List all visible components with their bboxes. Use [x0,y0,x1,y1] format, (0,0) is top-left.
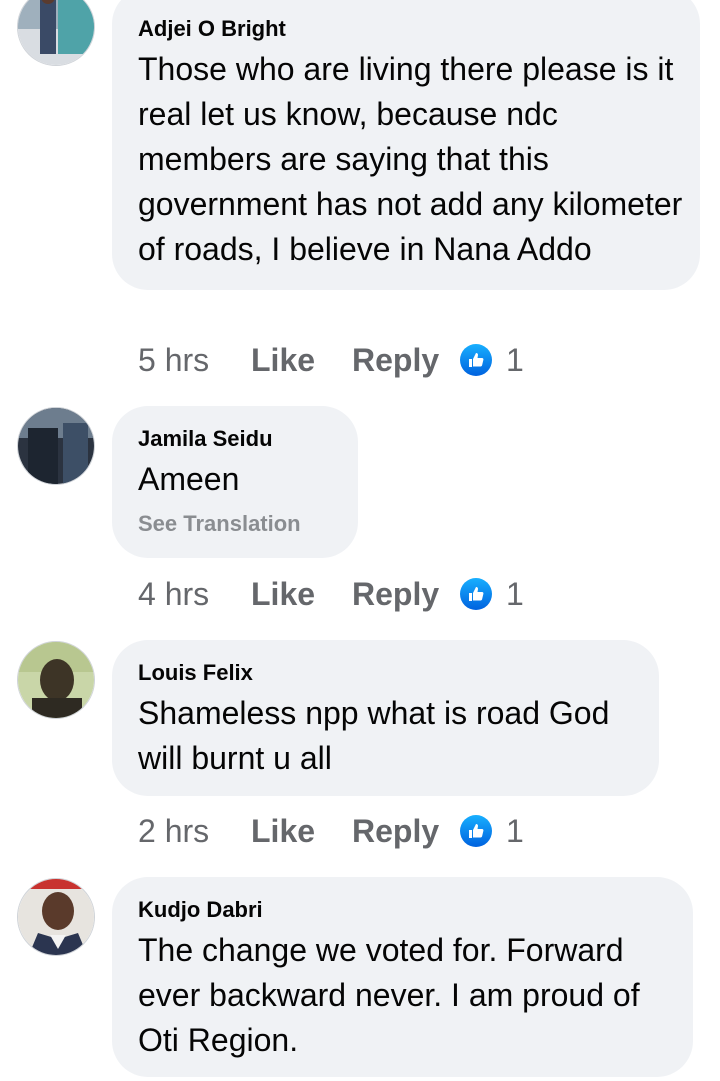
like-button[interactable]: Like [251,576,352,613]
comment-text: The change we voted for. Forward ever ba… [138,932,640,1058]
like-button[interactable]: Like [251,813,352,850]
comment-text: Ameen [138,461,240,497]
reaction-count[interactable]: 1 [506,813,524,850]
comment-time[interactable]: 5 hrs [138,342,251,379]
comment-author[interactable]: Louis Felix [138,658,633,688]
comment-author[interactable]: Jamila Seidu [138,424,332,454]
comment-text: Shameless npp what is road God will burn… [138,695,610,776]
thumbs-up-icon[interactable] [460,578,492,610]
comment-text: Those who are living there please is it … [138,51,683,267]
comment-bubble: Kudjo Dabri The change we voted for. For… [112,877,693,1077]
avatar[interactable] [17,641,95,719]
thumbs-up-icon[interactable] [460,344,492,376]
comment-author[interactable]: Kudjo Dabri [138,895,667,925]
see-translation-link[interactable]: See Translation [138,510,332,538]
avatar[interactable] [17,407,95,485]
comment-actions: 4 hrs Like Reply 1 [138,574,524,614]
like-button[interactable]: Like [251,342,352,379]
comment-author[interactable]: Adjei O Bright [138,14,674,44]
comment-actions: 2 hrs Like Reply 1 [138,811,524,851]
reply-button[interactable]: Reply [352,342,460,379]
reaction-count[interactable]: 1 [506,342,524,379]
comment-bubble: Jamila Seidu Ameen See Translation [112,406,358,558]
comment-bubble: Adjei O Bright Those who are living ther… [112,0,700,290]
comment-time[interactable]: 2 hrs [138,813,251,850]
avatar[interactable] [17,0,95,66]
comment-time[interactable]: 4 hrs [138,576,251,613]
reply-button[interactable]: Reply [352,576,460,613]
thumbs-up-icon[interactable] [460,815,492,847]
comment-actions: 5 hrs Like Reply 1 [138,340,524,380]
reply-button[interactable]: Reply [352,813,460,850]
avatar[interactable] [17,878,95,956]
comment-bubble: Louis Felix Shameless npp what is road G… [112,640,659,796]
reaction-count[interactable]: 1 [506,576,524,613]
